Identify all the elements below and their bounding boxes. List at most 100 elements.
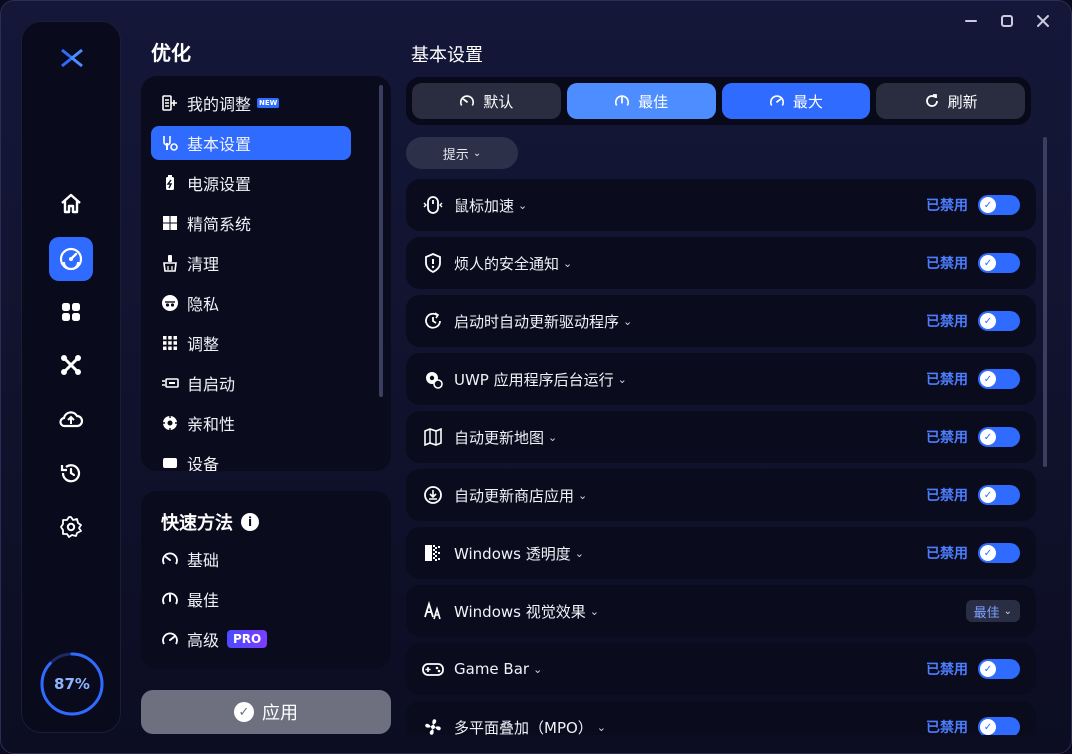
home-icon[interactable]	[49, 182, 93, 226]
section-title: 优化	[151, 41, 191, 65]
quick-item-basic[interactable]: 基础	[161, 547, 219, 571]
chevron-down-icon[interactable]: ⌄	[548, 431, 557, 444]
device-icon	[161, 454, 179, 471]
tools-x-icon[interactable]	[49, 343, 93, 387]
preset-label: 最佳	[638, 92, 669, 111]
chevron-down-icon[interactable]: ⌄	[518, 199, 527, 212]
check-icon: ✓	[980, 371, 996, 387]
menu-item-debloat[interactable]: 精简系统	[151, 206, 351, 240]
setting-row[interactable]: 自动更新地图 ⌄ 已禁用 ✓	[406, 411, 1036, 463]
toggle-switch[interactable]: ✓	[978, 253, 1020, 273]
toggle-switch[interactable]: ✓	[978, 659, 1020, 679]
chevron-down-icon: ⌄	[1003, 605, 1012, 617]
menu-item-tweaks[interactable]: 调整	[151, 326, 351, 360]
status-text: 已禁用	[926, 256, 968, 272]
quick-item-best[interactable]: 最佳	[161, 587, 219, 611]
preset-selector: 默认 最佳 最大 刷新	[406, 77, 1031, 125]
close-icon[interactable]	[1033, 11, 1053, 31]
setting-row[interactable]: 鼠标加速 ⌄ 已禁用 ✓	[406, 179, 1036, 231]
hint-dropdown[interactable]: 提示 ⌄	[406, 137, 518, 169]
maximize-icon[interactable]	[997, 11, 1017, 31]
transparency-icon	[422, 542, 444, 564]
toggle-switch[interactable]: ✓	[978, 717, 1020, 735]
setting-row[interactable]: 启动时自动更新驱动程序 ⌄ 已禁用 ✓	[406, 295, 1036, 347]
refresh-icon	[924, 93, 940, 109]
setting-label: 启动时自动更新驱动程序	[454, 312, 620, 331]
chevron-down-icon[interactable]: ⌄	[623, 315, 632, 328]
refresh-button[interactable]: 刷新	[876, 83, 1025, 119]
setting-row[interactable]: 烦人的安全通知 ⌄ 已禁用 ✓	[406, 237, 1036, 289]
toggle-switch[interactable]: ✓	[978, 369, 1020, 389]
menu-item-affinity[interactable]: 亲和性	[151, 406, 351, 440]
setting-label: Windows 透明度	[454, 544, 571, 563]
toggle-switch[interactable]: ✓	[978, 427, 1020, 447]
new-badge: NEW	[257, 98, 280, 108]
menu-item-label: 精简系统	[187, 215, 252, 234]
settings-gear-icon[interactable]	[49, 505, 93, 549]
map-icon	[422, 426, 444, 448]
quick-methods-title: 快速方法 i	[161, 509, 259, 535]
setting-row[interactable]: 自动更新商店应用 ⌄ 已禁用 ✓	[406, 469, 1036, 521]
menu-item-startup[interactable]: 自启动	[151, 366, 351, 400]
quick-item-advanced[interactable]: 高级 PRO	[161, 627, 268, 651]
menu-item-label: 调整	[187, 335, 220, 354]
mouse-icon	[422, 194, 444, 216]
menu-item-label: 亲和性	[187, 415, 236, 434]
menu-item-devices[interactable]: 设备	[151, 446, 351, 471]
page-title: 基本设置	[411, 45, 483, 66]
chevron-down-icon[interactable]: ⌄	[597, 721, 606, 734]
menu-item-cleanup[interactable]: 清理	[151, 246, 351, 280]
chevron-down-icon[interactable]: ⌄	[533, 663, 542, 676]
setting-row[interactable]: UWP 应用程序后台运行 ⌄ 已禁用 ✓	[406, 353, 1036, 405]
gear-refresh-icon	[422, 368, 444, 390]
chevron-down-icon[interactable]: ⌄	[563, 257, 572, 270]
fan-icon	[422, 716, 444, 735]
setting-label: 多平面叠加（MPO）	[454, 718, 593, 736]
cloud-upload-icon[interactable]	[49, 397, 93, 441]
restore-history-icon[interactable]	[49, 451, 93, 495]
setting-row[interactable]: Windows 透明度 ⌄ 已禁用 ✓	[406, 527, 1036, 579]
toggle-switch[interactable]: ✓	[978, 195, 1020, 215]
optimize-gauge-icon[interactable]	[49, 237, 93, 281]
setting-row[interactable]: Windows 视觉效果 ⌄ 最佳 ⌄	[406, 585, 1036, 637]
quick-title-text: 快速方法	[161, 513, 233, 534]
setting-row[interactable]: Game Bar ⌄ 已禁用 ✓	[406, 643, 1036, 695]
gamepad-icon	[422, 658, 444, 680]
menu-scrollbar[interactable]	[379, 85, 383, 397]
chevron-down-icon[interactable]: ⌄	[578, 489, 587, 502]
preset-default-button[interactable]: 默认	[412, 83, 561, 119]
toggle-switch[interactable]: ✓	[978, 311, 1020, 331]
settings-scrollbar[interactable]	[1043, 137, 1047, 467]
download-circle-icon	[422, 484, 444, 506]
pro-badge: PRO	[227, 630, 268, 648]
select-value: 最佳	[973, 605, 1000, 621]
toggle-switch[interactable]: ✓	[978, 485, 1020, 505]
menu-item-label: 隐私	[187, 295, 220, 314]
menu-item-basic-settings[interactable]: 基本设置	[151, 126, 351, 160]
status-text: 已禁用	[926, 720, 968, 735]
gauge-high-icon	[161, 630, 179, 648]
hint-label: 提示	[442, 147, 469, 163]
preset-best-button[interactable]: 最佳	[566, 83, 716, 119]
check-icon: ✓	[980, 429, 996, 445]
preset-max-button[interactable]: 最大	[721, 83, 871, 119]
optimize-menu-panel: 我的调整 NEW 基本设置 电源设置 精简系统 清理 隐私 调整 自启动 亲和性…	[141, 76, 391, 471]
menu-item-label: 自启动	[187, 375, 236, 394]
apps-grid-icon[interactable]	[49, 290, 93, 334]
chevron-down-icon[interactable]: ⌄	[575, 547, 584, 560]
cleanup-brush-icon	[161, 254, 179, 272]
chevron-down-icon[interactable]: ⌄	[590, 605, 599, 618]
apply-button[interactable]: ✓ 应用	[141, 690, 391, 734]
menu-item-my-tweaks[interactable]: 我的调整 NEW	[151, 86, 351, 120]
menu-item-power[interactable]: 电源设置	[151, 166, 351, 200]
setting-label: 自动更新商店应用	[454, 486, 575, 505]
status-text: 已禁用	[926, 662, 968, 678]
check-icon: ✓	[980, 313, 996, 329]
visual-effects-select[interactable]: 最佳 ⌄	[965, 600, 1020, 622]
menu-item-privacy[interactable]: 隐私	[151, 286, 351, 320]
minimize-icon[interactable]	[961, 11, 981, 31]
setting-row[interactable]: 多平面叠加（MPO） ⌄ 已禁用 ✓	[406, 701, 1036, 735]
chevron-down-icon[interactable]: ⌄	[618, 373, 627, 386]
info-icon[interactable]: i	[241, 513, 259, 531]
toggle-switch[interactable]: ✓	[978, 543, 1020, 563]
